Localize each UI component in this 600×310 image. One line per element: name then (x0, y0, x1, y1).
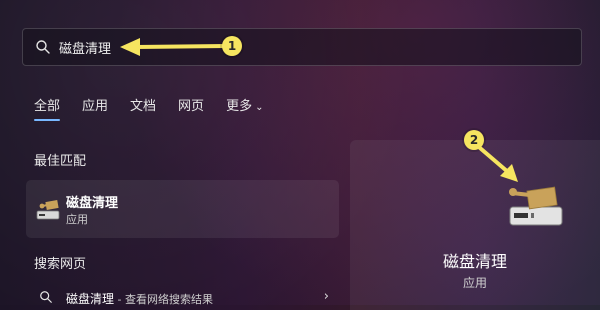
disk-cleanup-icon (36, 200, 60, 220)
annotation-arrow-2 (478, 146, 518, 182)
best-match-label: 最佳匹配 (34, 154, 87, 169)
preview-title: 磁盘清理 (442, 252, 507, 271)
search-bar[interactable]: 磁盘清理 (22, 28, 582, 66)
filter-tabs: 全部 应用 文档 网页 更多 ⌄ (34, 95, 263, 121)
tab-apps[interactable]: 应用 (82, 95, 108, 114)
annotation-badge-1: 1 (222, 36, 242, 56)
web-search-suffix: - 查看网络搜索结果 (114, 293, 213, 306)
disk-cleanup-large-icon[interactable] (506, 183, 566, 229)
web-search-text: 磁盘清理 - 查看网络搜索结果 (66, 290, 213, 307)
chevron-right-icon[interactable]: › (324, 289, 329, 304)
web-search-icon (40, 291, 52, 303)
best-match-title: 磁盘清理 (66, 196, 119, 211)
best-match-item[interactable]: 磁盘清理 应用 (26, 180, 339, 238)
web-search-item[interactable]: 磁盘清理 - 查看网络搜索结果 › (26, 286, 339, 310)
web-search-query: 磁盘清理 (66, 292, 115, 306)
search-icon (36, 40, 50, 54)
tab-more[interactable]: 更多 ⌄ (226, 95, 263, 114)
web-search-label: 搜索网页 (34, 257, 87, 272)
annotation-arrow-1 (120, 38, 228, 56)
tab-web[interactable]: 网页 (178, 95, 204, 114)
tab-documents[interactable]: 文档 (130, 95, 156, 114)
search-input[interactable]: 磁盘清理 (59, 38, 111, 57)
chevron-down-icon: ⌄ (255, 102, 264, 113)
best-match-subtitle: 应用 (66, 213, 88, 226)
tab-all[interactable]: 全部 (34, 95, 61, 121)
preview-subtitle: 应用 (462, 276, 487, 290)
tab-more-label: 更多 (226, 99, 253, 114)
